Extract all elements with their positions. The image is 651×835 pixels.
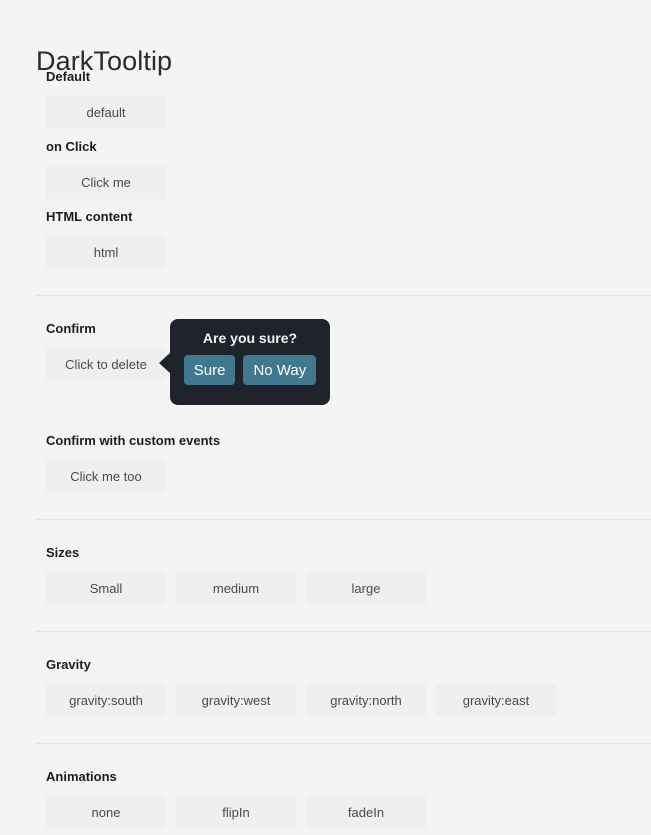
section-heading: Confirm	[46, 321, 96, 336]
button-row: gravity:south gravity:west gravity:north…	[46, 683, 556, 717]
section-heading: on Click	[46, 139, 97, 154]
tooltip-title: Are you sure?	[202, 330, 298, 346]
button-row: default	[46, 95, 166, 129]
tooltip-demo-button-none[interactable]: none	[46, 795, 166, 829]
tooltip-demo-button-default[interactable]: default	[46, 95, 166, 129]
section-heading: Gravity	[46, 657, 91, 672]
button-row: Click me too	[46, 459, 220, 493]
tooltip-demo-button-click-me[interactable]: Click me	[46, 165, 166, 199]
tooltip-confirm-button[interactable]: Sure	[183, 355, 236, 385]
tooltip-demo-button-gravity-south[interactable]: gravity:south	[46, 683, 166, 717]
section-confirm-custom-events: Confirm with custom events Click me too	[46, 433, 220, 493]
section-on-click: on Click Click me	[46, 139, 166, 199]
section-default: Default default	[46, 69, 166, 129]
section-confirm: Confirm Click to delete	[46, 321, 166, 381]
button-row: Click me	[46, 165, 166, 199]
button-row: html	[46, 235, 166, 269]
button-row: Small medium large	[46, 571, 426, 605]
section-heading: Confirm with custom events	[46, 433, 221, 448]
section-divider	[36, 743, 651, 744]
tooltip-demo-button-medium[interactable]: medium	[176, 571, 296, 605]
page-root: DarkTooltip Default default on Click Cli…	[0, 0, 651, 835]
section-animations: Animations none flipIn fadeIn	[46, 769, 426, 829]
tooltip-demo-button-small[interactable]: Small	[46, 571, 166, 605]
section-heading: Animations	[46, 769, 117, 784]
section-heading: Default	[46, 69, 91, 84]
tooltip-demo-button-click-me-too[interactable]: Click me too	[46, 459, 166, 493]
section-sizes: Sizes Small medium large	[46, 545, 426, 605]
tooltip-cancel-button[interactable]: No Way	[243, 355, 317, 385]
tooltip-arrow-left-icon	[159, 352, 171, 374]
tooltip-demo-button-gravity-north[interactable]: gravity:north	[306, 683, 426, 717]
section-heading: Sizes	[46, 545, 80, 560]
button-row: Click to delete	[46, 347, 166, 381]
section-gravity: Gravity gravity:south gravity:west gravi…	[46, 657, 556, 717]
tooltip-demo-button-click-to-delete[interactable]: Click to delete	[46, 347, 166, 381]
section-divider	[36, 295, 651, 296]
tooltip-button-row: Sure No Way	[183, 355, 317, 385]
tooltip-demo-button-gravity-west[interactable]: gravity:west	[176, 683, 296, 717]
section-html-content: HTML content html	[46, 209, 166, 269]
section-divider	[36, 519, 651, 520]
tooltip-demo-button-large[interactable]: large	[306, 571, 426, 605]
tooltip-demo-button-html[interactable]: html	[46, 235, 166, 269]
tooltip-demo-button-gravity-east[interactable]: gravity:east	[436, 683, 556, 717]
button-row: none flipIn fadeIn	[46, 795, 426, 829]
tooltip-demo-button-flipin[interactable]: flipIn	[176, 795, 296, 829]
confirm-tooltip: Are you sure? Sure No Way	[159, 319, 330, 405]
section-heading: HTML content	[46, 209, 133, 224]
section-divider	[36, 631, 651, 632]
tooltip-demo-button-fadein[interactable]: fadeIn	[306, 795, 426, 829]
